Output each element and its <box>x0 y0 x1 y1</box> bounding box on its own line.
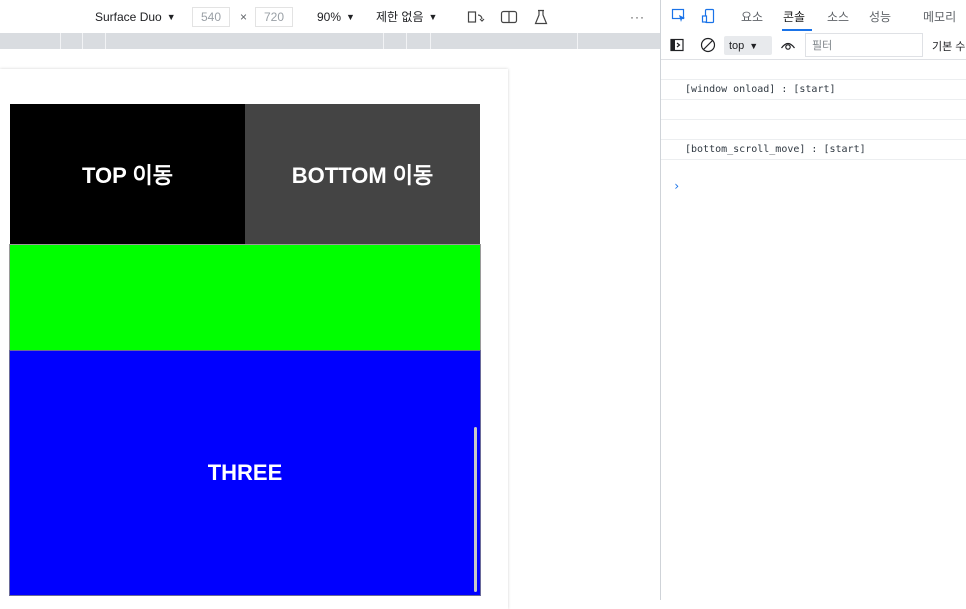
active-tab-indicator <box>782 29 812 31</box>
bottom-move-button[interactable]: BOTTOM 이동 <box>245 104 480 244</box>
bottom-move-label: BOTTOM 이동 <box>291 163 434 188</box>
top-move-label: TOP 이동 <box>81 163 174 188</box>
console-row: [bottom_scroll_move] : [start] <box>661 140 966 160</box>
device-toggle-icon[interactable] <box>701 0 717 32</box>
console-row <box>661 100 966 120</box>
caret-down-icon: ▼ <box>428 11 438 22</box>
throttle-select[interactable]: 제한 없음 ▼ <box>376 0 437 33</box>
more-options-icon[interactable]: ··· <box>630 0 645 33</box>
page-viewport: TOP 이동 BOTTOM 이동 THREE <box>0 49 660 609</box>
flask-icon[interactable] <box>534 0 548 33</box>
devtools-panel: 요소 콘솔 소스 성능 메모리 top ▼ 필터 기본 수 [window on… <box>660 0 966 600</box>
height-input[interactable]: 720 <box>255 6 293 27</box>
throttle-value: 제한 없음 <box>376 10 424 24</box>
filter-input[interactable]: 필터 <box>805 33 923 57</box>
width-input[interactable]: 540 <box>192 6 230 27</box>
device-frame: TOP 이동 BOTTOM 이동 THREE <box>0 69 508 609</box>
tab-console[interactable]: 콘솔 <box>783 0 805 32</box>
tab-elements[interactable]: 요소 <box>741 0 763 32</box>
log-levels-select[interactable]: 기본 수 <box>932 32 965 59</box>
context-select[interactable]: top ▼ <box>724 36 772 55</box>
clear-console-icon[interactable] <box>700 37 716 56</box>
device-emulation-pane: Surface Duo ▼ 540 × 720 90% ▼ 제한 없음 ▼ ··… <box>0 0 660 609</box>
caret-down-icon: ▼ <box>346 11 355 22</box>
live-expression-icon[interactable] <box>780 38 796 55</box>
zoom-value: 90% <box>317 9 342 24</box>
console-row <box>661 60 966 80</box>
scrollbar-thumb[interactable] <box>474 427 477 592</box>
console-row <box>661 120 966 140</box>
device-toolbar: Surface Duo ▼ 540 × 720 90% ▼ 제한 없음 ▼ ··… <box>0 0 660 33</box>
context-value: top <box>729 39 745 52</box>
device-name: Surface Duo <box>95 9 162 24</box>
rotate-icon[interactable] <box>467 0 485 33</box>
console-prompt[interactable]: › <box>673 179 680 193</box>
console-row: [window onload] : [start] <box>661 80 966 100</box>
tab-memory[interactable]: 메모리 <box>923 0 956 32</box>
dual-screen-icon[interactable] <box>500 0 518 33</box>
times-sign: × <box>240 9 248 24</box>
section-two <box>9 244 481 350</box>
console-toolbar: top ▼ 필터 기본 수 <box>661 32 966 60</box>
tab-sources[interactable]: 소스 <box>827 0 849 32</box>
devtools-tab-bar: 요소 콘솔 소스 성능 메모리 <box>661 0 966 32</box>
tab-performance[interactable]: 성능 <box>869 0 891 32</box>
inspect-icon[interactable] <box>671 0 687 32</box>
zoom-select[interactable]: 90% ▼ <box>317 0 355 33</box>
device-select[interactable]: Surface Duo ▼ <box>95 0 176 33</box>
sidebar-toggle-icon[interactable] <box>670 38 684 55</box>
top-move-button[interactable]: TOP 이동 <box>10 104 245 244</box>
caret-down-icon: ▼ <box>749 40 759 51</box>
caret-down-icon: ▼ <box>166 11 176 22</box>
section-three: THREE <box>9 350 481 596</box>
media-query-ruler <box>0 33 660 49</box>
section-three-label: THREE <box>207 460 283 485</box>
